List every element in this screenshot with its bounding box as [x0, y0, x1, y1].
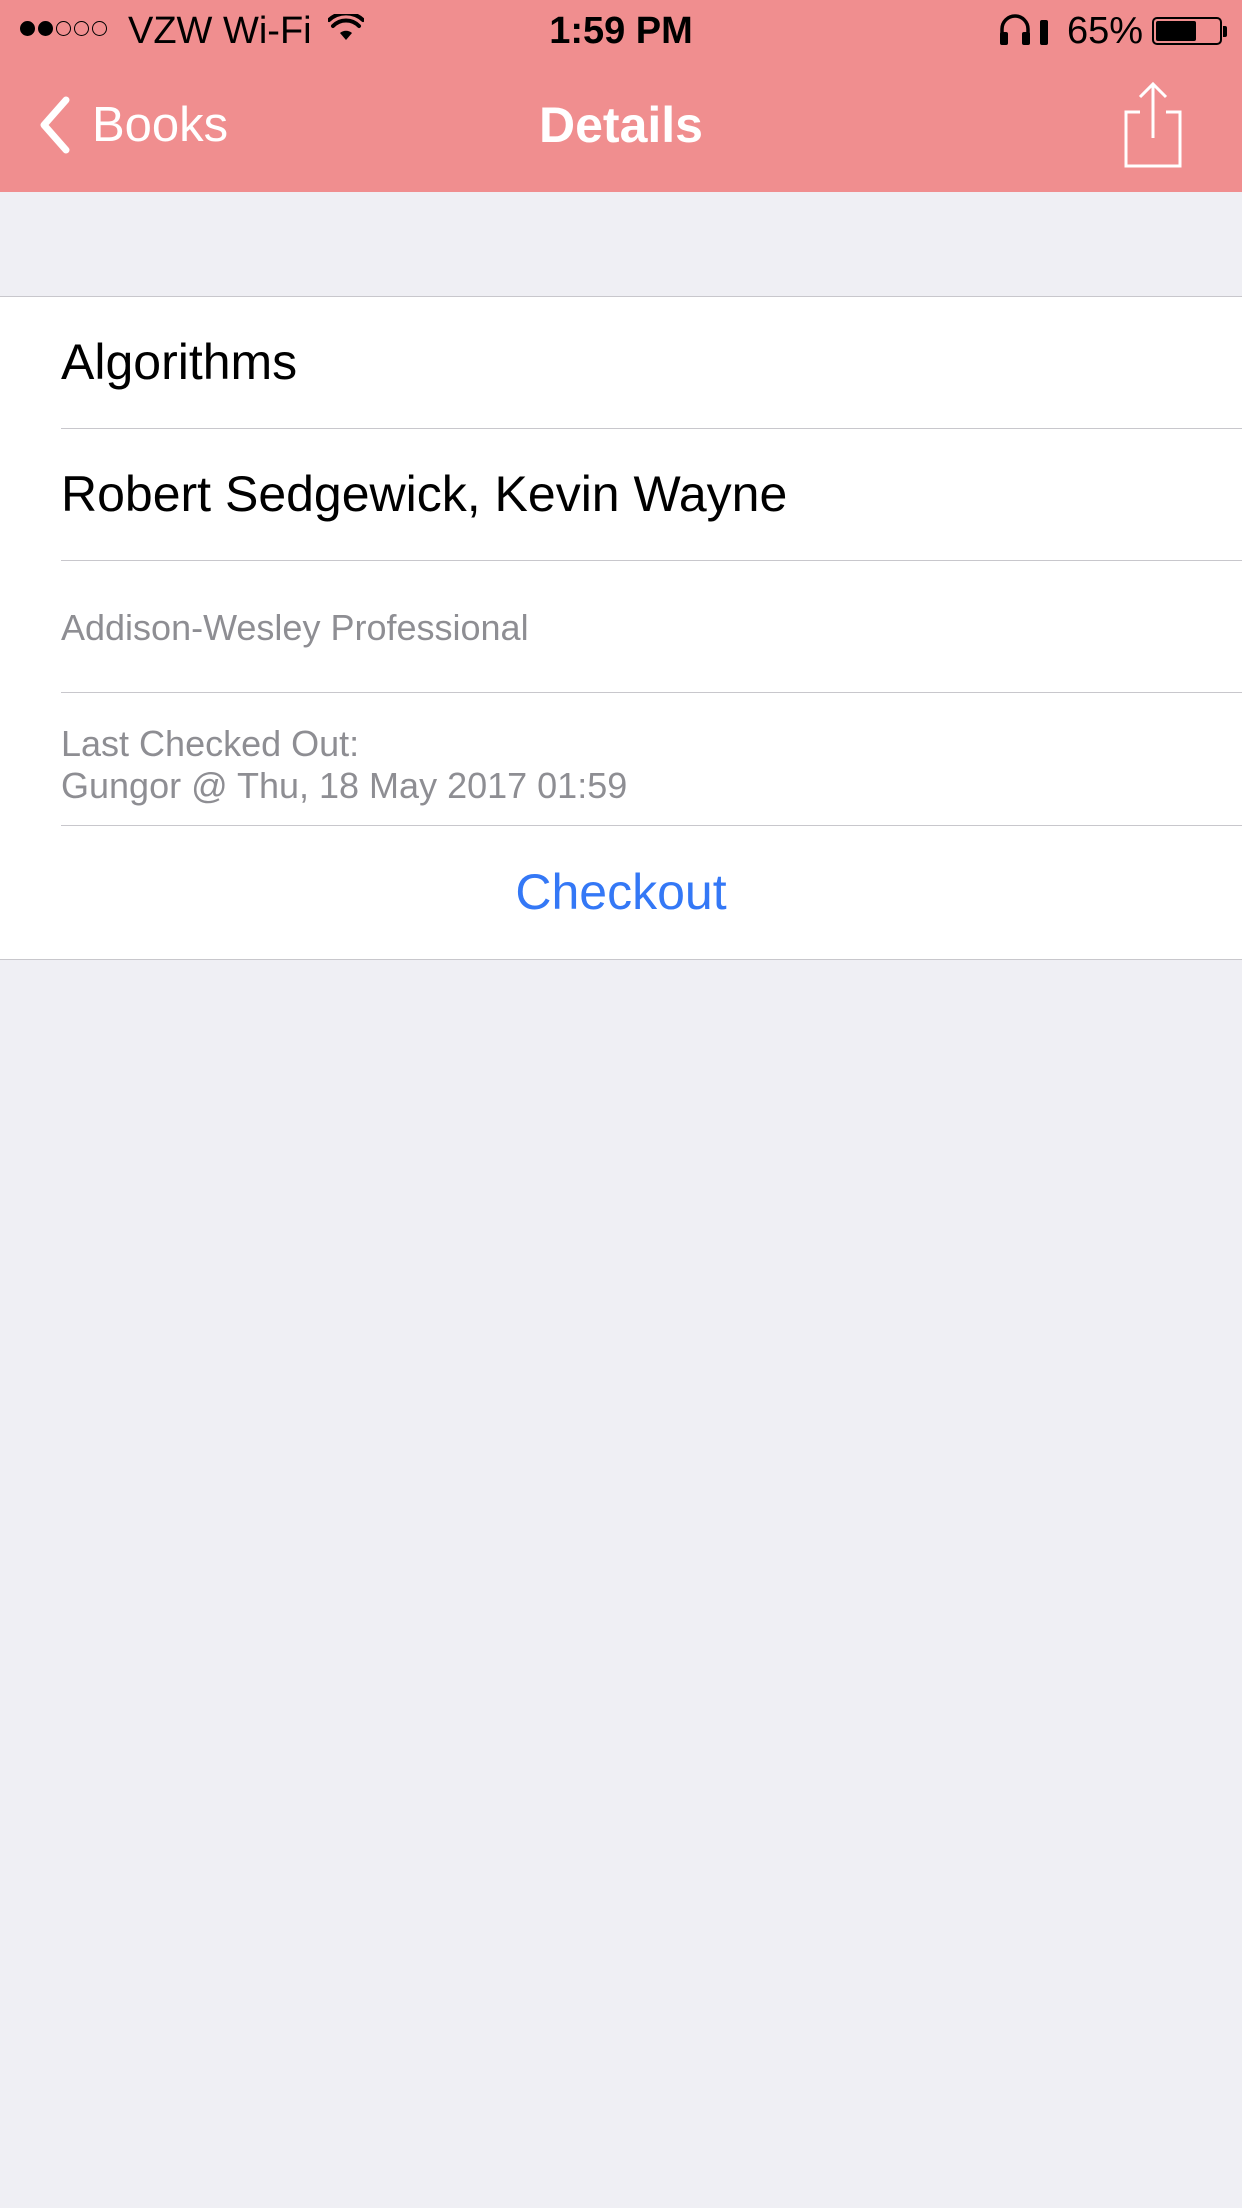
- last-checked-out-info: Last Checked Out: Gungor @ Thu, 18 May 2…: [61, 723, 627, 807]
- clock: 1:59 PM: [549, 10, 693, 52]
- navigation-bar: Books Details: [0, 60, 1242, 192]
- book-publisher: Addison-Wesley Professional: [61, 607, 529, 648]
- battery-tip: [1223, 26, 1227, 37]
- book-details-table: Algorithms Robert Sedgewick, Kevin Wayne…: [0, 296, 1242, 960]
- share-icon[interactable]: [1118, 80, 1188, 170]
- status-bar: VZW Wi-Fi 1:59 PM 65%: [0, 0, 1242, 60]
- book-authors-row: Robert Sedgewick, Kevin Wayne: [61, 429, 1242, 561]
- book-publisher-row: Addison-Wesley Professional: [61, 561, 1242, 693]
- book-title-row: Algorithms: [61, 297, 1242, 429]
- last-checked-out-row: Last Checked Out: Gungor @ Thu, 18 May 2…: [61, 693, 1242, 826]
- page-title: Details: [539, 97, 703, 153]
- battery-percent: 65%: [1067, 10, 1144, 52]
- headphones-icon: [1000, 14, 1048, 45]
- checkout-button[interactable]: Checkout: [0, 826, 1242, 959]
- book-authors: Robert Sedgewick, Kevin Wayne: [61, 466, 788, 522]
- book-title: Algorithms: [61, 334, 298, 390]
- header: VZW Wi-Fi 1:59 PM 65% Books Details: [0, 0, 1242, 192]
- last-checked-out-label: Last Checked Out:: [61, 723, 360, 764]
- last-checked-out-value: Gungor @ Thu, 18 May 2017 01:59: [61, 765, 628, 806]
- battery-icon: [1152, 17, 1222, 45]
- battery-level: [1156, 21, 1197, 41]
